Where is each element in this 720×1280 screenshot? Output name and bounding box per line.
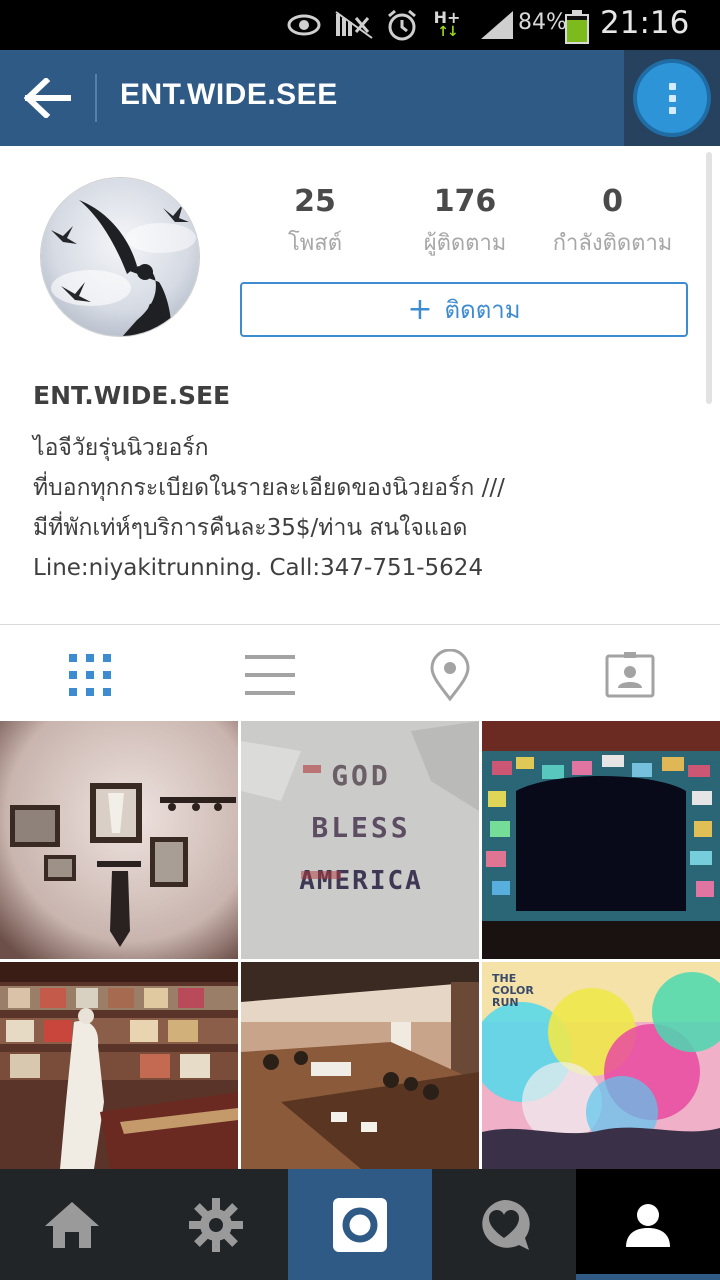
- tab-grid-view[interactable]: [60, 645, 120, 705]
- signal-icon: [478, 8, 516, 42]
- follow-button-label: ติดตาม: [444, 296, 521, 324]
- nav-profile[interactable]: [576, 1169, 720, 1280]
- battery-percent: 84%: [518, 10, 567, 35]
- app-header: ENT.WIDE.SEE: [0, 50, 720, 146]
- arrow-left-icon: [24, 78, 71, 118]
- activity-heart-icon: [482, 1199, 530, 1250]
- tab-map-view[interactable]: [420, 645, 480, 705]
- nav-activity[interactable]: [432, 1169, 576, 1280]
- profile-name: ENT.WIDE.SEE: [33, 381, 231, 410]
- grid-post[interactable]: GOD BLESS AMERICA: [241, 721, 479, 959]
- alarm-icon: [382, 8, 422, 42]
- following-stat[interactable]: 0 กำลังติดตาม: [540, 184, 685, 260]
- plus-icon: +: [407, 291, 433, 327]
- avatar[interactable]: [40, 177, 200, 337]
- mural-text-line: BLESS: [311, 811, 410, 844]
- nav-explore[interactable]: [144, 1169, 288, 1280]
- grid-post[interactable]: [241, 962, 479, 1169]
- bio-line: ไอจีวัยรุ่นนิวยอร์ก: [33, 435, 209, 461]
- more-vert-icon: [668, 82, 676, 90]
- grid-post[interactable]: THE COLOR RUN: [482, 962, 720, 1169]
- following-count: 0: [602, 184, 623, 219]
- eye-icon: [284, 8, 324, 42]
- mural-text-line: AMERICA: [299, 866, 423, 896]
- overflow-menu-area: [624, 50, 720, 146]
- mural-text-line: GOD: [331, 759, 391, 792]
- page-title: ENT.WIDE.SEE: [120, 78, 338, 111]
- profile-view-tabs: [0, 625, 720, 721]
- selected-tab-indicator: [576, 1274, 720, 1280]
- more-options-button[interactable]: [633, 59, 711, 137]
- profile-bio: ไอจีวัยรุ่นนิวยอร์ก ที่บอกทุกกระเบียดในร…: [33, 428, 505, 588]
- event-sign-text: RUN: [492, 996, 519, 1009]
- clock: 21:16: [600, 5, 690, 41]
- tab-list-view[interactable]: [240, 645, 300, 705]
- status-bar: H+ ↑↓ 84% 21:16: [0, 0, 720, 50]
- followers-label: ผู้ติดตาม: [423, 231, 507, 256]
- network-type-label: H+: [433, 8, 461, 27]
- follow-button[interactable]: + ติดตาม: [240, 282, 688, 337]
- grid-post[interactable]: [482, 721, 720, 959]
- home-icon: [45, 1201, 99, 1248]
- posts-stat[interactable]: 25 โพสต์: [270, 184, 360, 260]
- grid-post[interactable]: [0, 721, 238, 959]
- tab-tagged-photos[interactable]: [600, 645, 660, 705]
- followers-count: 176: [433, 184, 497, 219]
- following-label: กำลังติดตาม: [552, 231, 673, 256]
- header-divider: [95, 74, 97, 122]
- bio-line: ที่บอกทุกกระเบียดในรายละเอียดของนิวยอร์ก…: [33, 475, 505, 501]
- nav-home[interactable]: [0, 1169, 144, 1280]
- back-button[interactable]: [20, 70, 76, 126]
- followers-stat[interactable]: 176 ผู้ติดตาม: [405, 184, 525, 260]
- mute-icon: [332, 8, 376, 42]
- bottom-navigation: [0, 1169, 720, 1280]
- grid-icon: [69, 654, 111, 696]
- bio-contact-line[interactable]: Line:niyakitrunning. Call:347-751-5624: [33, 548, 505, 588]
- camera-icon: [333, 1197, 387, 1252]
- posts-count: 25: [294, 184, 336, 219]
- posts-label: โพสต์: [287, 231, 343, 256]
- explore-icon: [189, 1197, 243, 1252]
- tagged-photos-icon: [605, 652, 655, 698]
- photo-grid: GOD BLESS AMERICA THE COLOR RUN: [0, 721, 720, 1169]
- map-pin-icon: [430, 649, 470, 701]
- scrollbar[interactable]: [706, 152, 712, 404]
- list-icon: [245, 655, 295, 695]
- network-type-icon: H+ ↑↓: [433, 8, 461, 40]
- grid-post[interactable]: [0, 962, 238, 1169]
- nav-camera[interactable]: [288, 1169, 432, 1280]
- profile-icon: [626, 1203, 670, 1247]
- bio-line: มีที่พักเท่ห์ๆบริการคืนละ35$/ท่าน สนใจแอ…: [33, 515, 468, 541]
- battery-icon: [565, 10, 589, 44]
